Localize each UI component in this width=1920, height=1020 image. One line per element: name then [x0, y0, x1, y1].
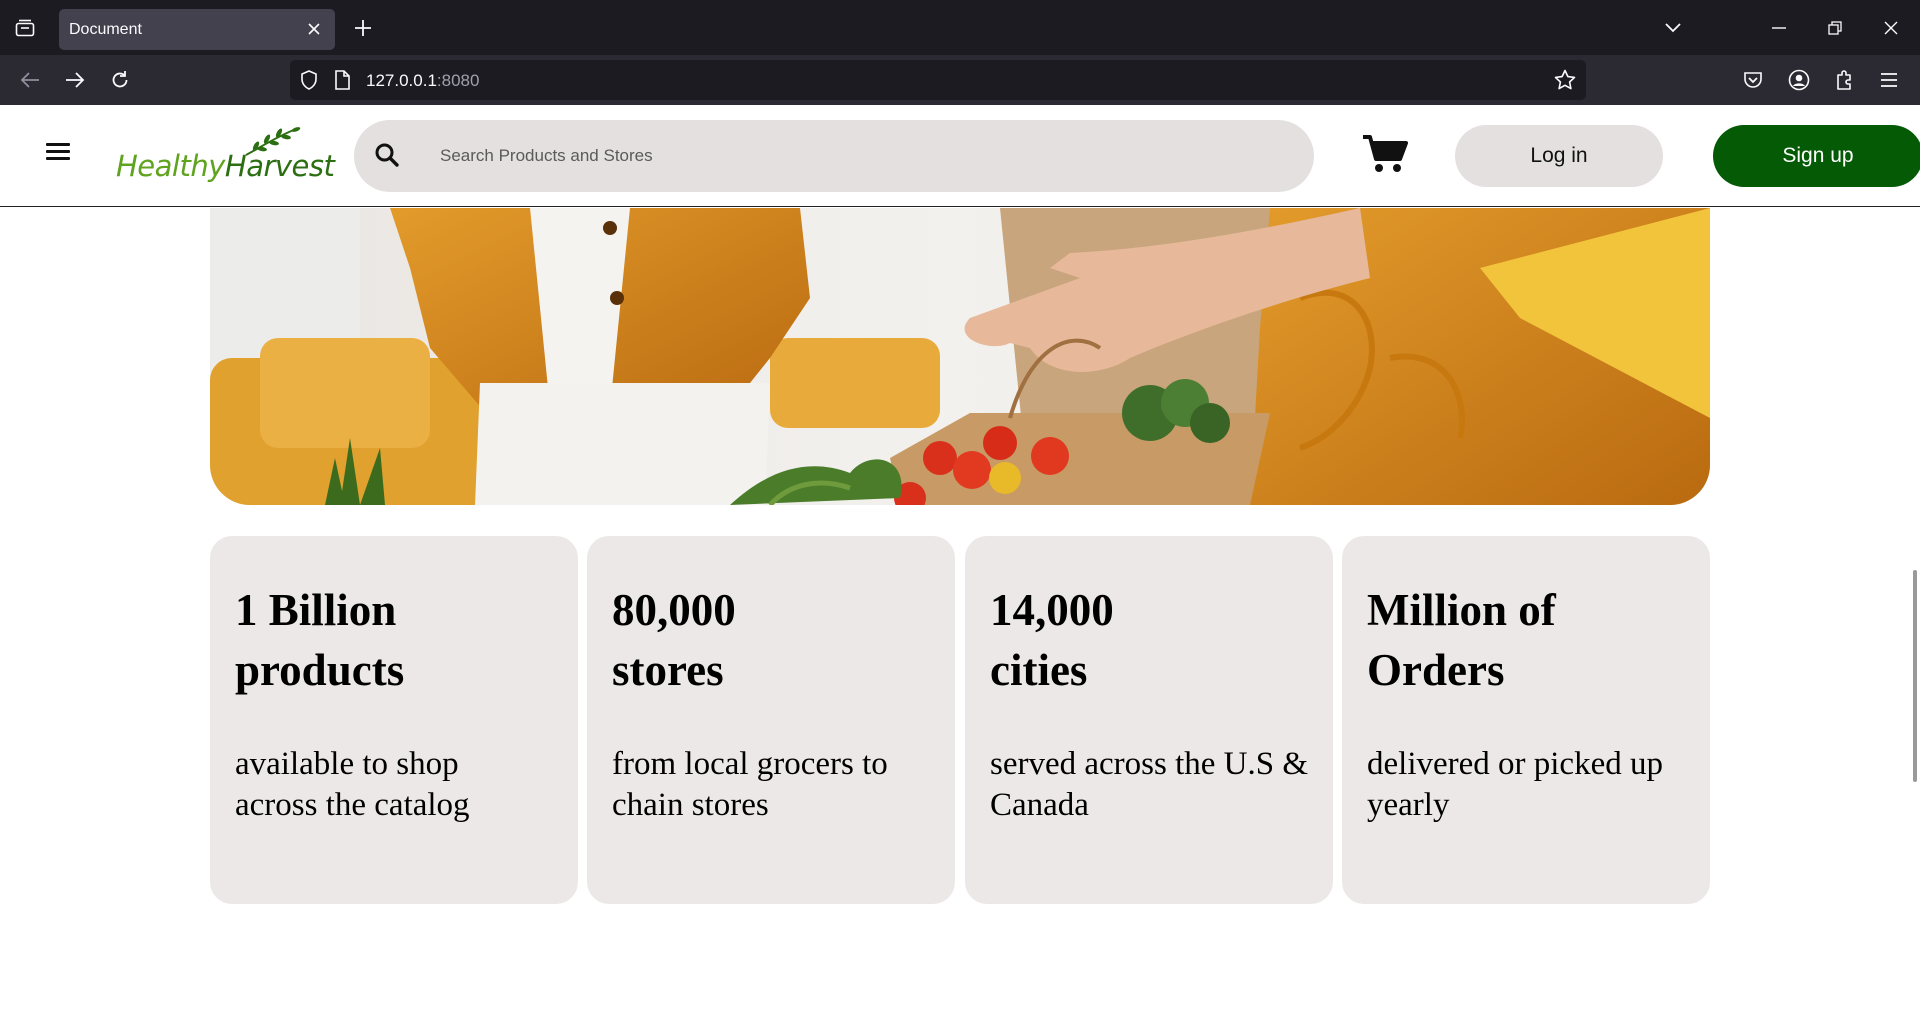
page-scrollbar[interactable]	[1913, 570, 1917, 782]
logo-text-healthy: Healthy	[116, 149, 225, 183]
reload-icon[interactable]	[105, 65, 135, 95]
hero-image-grocery-delivery	[210, 208, 1710, 505]
stat-unit: cities	[990, 645, 1088, 695]
restore-icon[interactable]	[1820, 14, 1850, 42]
stat-heading: Million of Orders	[1367, 580, 1685, 700]
stat-description: from local grocers to chain stores	[612, 746, 888, 823]
tab-list-icon[interactable]	[10, 14, 40, 42]
url-port: :8080	[436, 71, 480, 90]
logo-text-harvest: Harvest	[224, 149, 335, 183]
stat-description: delivered or picked up yearly	[1367, 746, 1663, 823]
stat-value: 80,000	[612, 585, 736, 635]
stat-card-products: 1 Billion products available to shop acro…	[210, 536, 578, 904]
forward-icon[interactable]	[60, 65, 90, 95]
stat-heading: 14,000 cities	[990, 580, 1308, 700]
search-icon[interactable]	[374, 142, 400, 173]
stat-card-orders: Million of Orders delivered or picked up …	[1342, 536, 1710, 904]
cart-icon[interactable]	[1362, 133, 1408, 175]
main-content: 1 Billion products available to shop acro…	[0, 208, 1920, 1020]
extensions-icon[interactable]	[1830, 65, 1860, 95]
browser-tab[interactable]: Document	[59, 9, 335, 50]
list-all-tabs-icon[interactable]	[1658, 14, 1688, 42]
login-button[interactable]: Log in	[1455, 125, 1663, 187]
stats-section: 1 Billion products available to shop acro…	[210, 536, 1710, 904]
stat-heading: 80,000 stores	[612, 580, 930, 700]
search-bar[interactable]: Search Products and Stores	[354, 120, 1314, 192]
site-header: HealthyHarvest Search Products and Store…	[0, 105, 1920, 207]
shield-icon[interactable]	[300, 70, 318, 95]
stat-unit: products	[235, 645, 405, 695]
address-bar[interactable]: 127.0.0.1:8080	[290, 60, 1586, 100]
back-icon[interactable]	[15, 65, 45, 95]
close-window-icon[interactable]	[1876, 14, 1906, 42]
stat-value: Million of	[1367, 585, 1556, 635]
hamburger-menu-icon[interactable]	[46, 143, 70, 163]
browser-nav-bar: 127.0.0.1:8080	[0, 55, 1920, 105]
minimize-icon[interactable]	[1764, 14, 1794, 42]
tab-title: Document	[69, 20, 142, 38]
account-icon[interactable]	[1784, 65, 1814, 95]
search-input[interactable]: Search Products and Stores	[440, 146, 653, 166]
stat-heading: 1 Billion products	[235, 580, 553, 700]
stat-unit: stores	[612, 645, 724, 695]
stat-value: 14,000	[990, 585, 1114, 635]
stat-description: served across the U.S & Canada	[990, 746, 1309, 823]
stat-card-cities: 14,000 cities served across the U.S & Can…	[965, 536, 1333, 904]
stat-value: 1 Billion	[235, 585, 397, 635]
url-text[interactable]: 127.0.0.1:8080	[366, 71, 479, 91]
page-info-icon[interactable]	[334, 70, 350, 95]
close-tab-icon[interactable]	[305, 20, 323, 38]
healthy-harvest-logo[interactable]: HealthyHarvest	[116, 127, 335, 187]
stat-card-stores: 80,000 stores from local grocers to chain…	[587, 536, 955, 904]
stat-unit: Orders	[1367, 645, 1505, 695]
app-menu-icon[interactable]	[1874, 65, 1904, 95]
bookmark-star-icon[interactable]	[1554, 69, 1576, 96]
browser-tab-bar: Document	[0, 0, 1920, 55]
stat-description: available to shop across the catalog	[235, 746, 470, 823]
url-host: 127.0.0.1	[366, 71, 437, 90]
new-tab-icon[interactable]	[349, 14, 377, 42]
pocket-icon[interactable]	[1738, 65, 1768, 95]
signup-button[interactable]: Sign up	[1713, 125, 1920, 187]
